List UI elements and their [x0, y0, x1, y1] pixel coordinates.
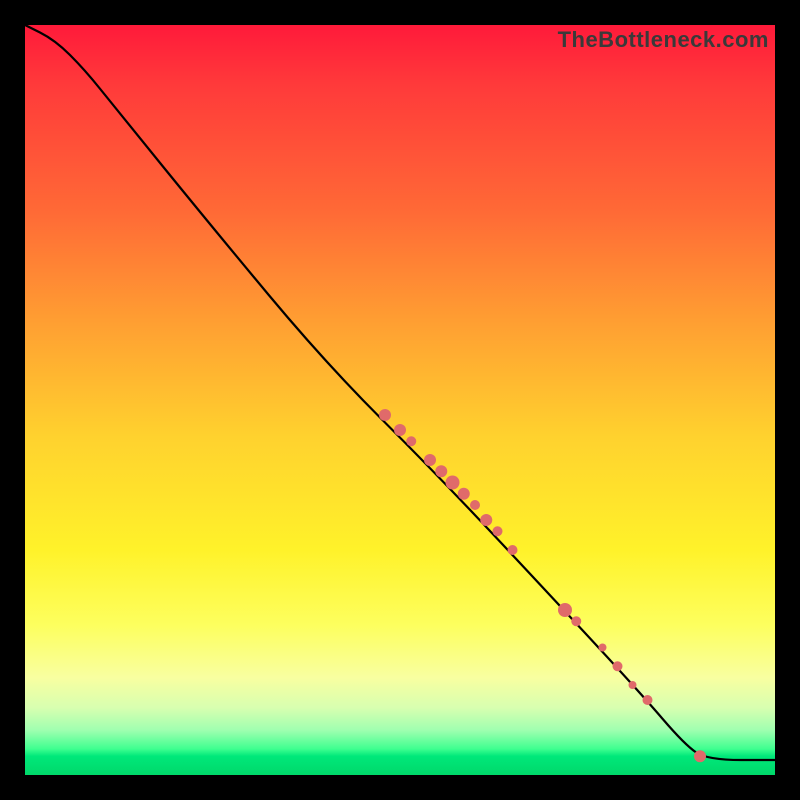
data-point: [643, 695, 653, 705]
data-point: [558, 603, 572, 617]
data-point: [493, 526, 503, 536]
data-point: [446, 476, 460, 490]
data-point: [435, 465, 447, 477]
data-point: [424, 454, 436, 466]
data-point: [470, 500, 480, 510]
chart-frame: TheBottleneck.com: [25, 25, 775, 775]
bottleneck-curve: [25, 25, 775, 760]
chart-svg: [25, 25, 775, 775]
data-point: [571, 616, 581, 626]
data-point: [629, 681, 637, 689]
data-point: [599, 644, 607, 652]
data-point: [458, 488, 470, 500]
data-point: [394, 424, 406, 436]
data-point: [480, 514, 492, 526]
data-point: [379, 409, 391, 421]
data-point: [508, 545, 518, 555]
data-point: [406, 436, 416, 446]
data-point: [694, 750, 706, 762]
data-point: [613, 661, 623, 671]
